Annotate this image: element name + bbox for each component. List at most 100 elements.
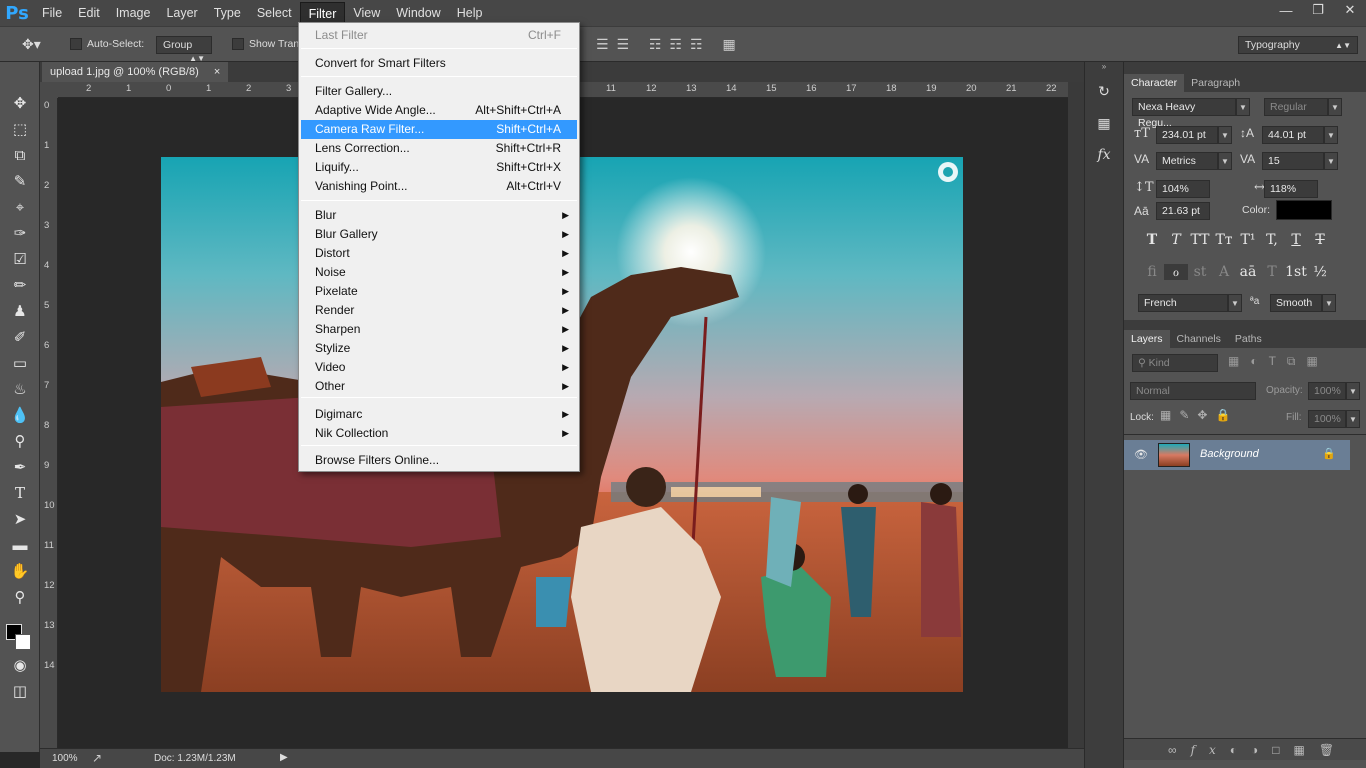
workspace-select[interactable]: Typography ▲▼ [1238, 36, 1358, 54]
type-tool-icon[interactable]: T [0, 480, 40, 506]
swatches-panel-icon[interactable]: ▦ [1090, 110, 1118, 136]
close-tab-icon[interactable]: × [214, 66, 220, 78]
antialias-dropdown[interactable]: ▼ [1322, 294, 1336, 312]
subscript-button[interactable]: T, [1260, 232, 1284, 248]
strikethrough-button[interactable]: T [1308, 232, 1332, 248]
menu-nik-collection[interactable]: Nik Collection ▶ [301, 424, 577, 443]
menu-filter-gallery[interactable]: Filter Gallery... [301, 82, 577, 101]
antialias-field[interactable]: Smooth [1270, 294, 1322, 312]
kerning-dropdown[interactable]: ▼ [1218, 152, 1232, 170]
blend-mode-select[interactable]: Normal [1130, 382, 1256, 400]
restore-icon[interactable]: ❐ [1302, 0, 1334, 20]
eraser-tool-icon[interactable]: ▭ [0, 350, 40, 376]
lasso-tool-icon[interactable]: ⧉ [0, 142, 40, 168]
kerning-field[interactable]: Metrics [1156, 152, 1218, 170]
paint-bucket-icon[interactable]: ♨ [0, 376, 40, 402]
fill-field[interactable]: 100% [1308, 410, 1346, 428]
opacity-field[interactable]: 100% [1308, 382, 1346, 400]
menu-adaptive-wide-angle[interactable]: Adaptive Wide Angle... Alt+Shift+Ctrl+A [301, 101, 577, 120]
font-size-dropdown[interactable]: ▼ [1218, 126, 1232, 144]
superscript-button[interactable]: T¹ [1236, 232, 1260, 248]
history-panel-icon[interactable]: ↻ [1090, 78, 1118, 104]
layer-kind-filter[interactable]: ⚲ Kind [1132, 354, 1218, 372]
tab-character[interactable]: Character [1124, 74, 1185, 92]
underline-button[interactable]: T [1284, 232, 1308, 248]
hand-tool-icon[interactable]: ✋ [0, 558, 40, 584]
discretionary-ligatures-button[interactable]: ℴ [1164, 264, 1188, 280]
menu-layer[interactable]: Layer [158, 2, 205, 24]
pen-tool-icon[interactable]: ✒ [0, 454, 40, 480]
font-style-field[interactable]: Regular [1264, 98, 1328, 116]
language-field[interactable]: French [1138, 294, 1228, 312]
menu-image[interactable]: Image [108, 2, 159, 24]
visibility-eye-icon[interactable]: 👁 [1134, 448, 1148, 461]
menu-vanishing-point[interactable]: Vanishing Point... Alt+Ctrl+V [301, 177, 577, 196]
move-tool-icon[interactable]: ✥▾ [22, 36, 41, 53]
baseline-shift-field[interactable]: 21.63 pt [1156, 202, 1210, 220]
menu-render[interactable]: Render ▶ [301, 301, 577, 320]
oldstyle-button[interactable]: T [1260, 264, 1284, 280]
background-color-swatch[interactable] [15, 634, 31, 650]
tab-layers[interactable]: Layers [1124, 330, 1170, 348]
faux-bold-button[interactable]: T [1140, 232, 1164, 248]
menu-last-filter[interactable]: Last Filter Ctrl+F [301, 26, 577, 45]
menu-filter[interactable]: Filter [299, 2, 346, 24]
leading-field[interactable]: 44.01 pt [1262, 126, 1324, 144]
tracking-dropdown[interactable]: ▼ [1324, 152, 1338, 170]
menu-video[interactable]: Video ▶ [301, 358, 577, 377]
status-menu-arrow-icon[interactable]: ▶ [280, 752, 288, 763]
auto-select-checkbox[interactable] [70, 38, 82, 50]
menu-lens-correction[interactable]: Lens Correction... Shift+Ctrl+R [301, 139, 577, 158]
menu-distort[interactable]: Distort ▶ [301, 244, 577, 263]
stylistic-alternates-button[interactable]: st [1188, 264, 1212, 280]
menu-noise[interactable]: Noise ▶ [301, 263, 577, 282]
clone-stamp-icon[interactable]: ♟ [0, 298, 40, 324]
menu-file[interactable]: File [34, 2, 70, 24]
language-dropdown[interactable]: ▼ [1228, 294, 1242, 312]
menu-edit[interactable]: Edit [70, 2, 108, 24]
shape-tool-icon[interactable]: ▬ [0, 532, 40, 558]
faux-italic-button[interactable]: T [1164, 232, 1188, 248]
small-caps-button[interactable]: Tт [1212, 232, 1236, 248]
menu-convert-smart-filters[interactable]: Convert for Smart Filters [301, 54, 577, 73]
font-family-field[interactable]: Nexa Heavy Regu... [1132, 98, 1236, 129]
font-size-field[interactable]: 234.01 pt [1156, 126, 1218, 144]
layers-footer-icons[interactable]: ∞fx◐◑□▦🗑 [1124, 738, 1366, 760]
brush-tool-icon[interactable]: ✏ [0, 272, 40, 298]
close-icon[interactable]: ✕ [1334, 0, 1366, 20]
horizontal-scale-field[interactable]: 118% [1264, 180, 1318, 198]
menu-type[interactable]: Type [206, 2, 249, 24]
text-color-swatch[interactable] [1276, 200, 1332, 220]
menu-camera-raw-filter[interactable]: Camera Raw Filter... Shift+Ctrl+A [301, 120, 577, 139]
menu-pixelate[interactable]: Pixelate ▶ [301, 282, 577, 301]
vertical-scale-field[interactable]: 104% [1156, 180, 1210, 198]
eyedropper-tool-icon[interactable]: ✑ [0, 220, 40, 246]
move-tool-icon[interactable]: ✥ [0, 90, 40, 116]
all-caps-button[interactable]: TT [1188, 232, 1212, 248]
titling-alternates-button[interactable]: aā [1236, 264, 1260, 280]
swash-button[interactable]: A [1212, 264, 1236, 280]
menu-help[interactable]: Help [449, 2, 491, 24]
show-transform-checkbox[interactable] [232, 38, 244, 50]
zoom-tool-icon[interactable]: ⚲ [0, 584, 40, 610]
menu-browse-filters-online[interactable]: Browse Filters Online... [301, 451, 577, 470]
crop-tool-icon[interactable]: ⌖ [0, 194, 40, 220]
history-brush-icon[interactable]: ✐ [0, 324, 40, 350]
fill-dropdown[interactable]: ▼ [1346, 410, 1360, 428]
vertical-scrollbar[interactable] [1068, 82, 1084, 748]
menu-view[interactable]: View [345, 2, 388, 24]
menu-blur-gallery[interactable]: Blur Gallery ▶ [301, 225, 577, 244]
font-style-dropdown[interactable]: ▼ [1328, 98, 1342, 116]
color-swatches[interactable] [0, 610, 39, 652]
opacity-dropdown[interactable]: ▼ [1346, 382, 1360, 400]
marquee-tool-icon[interactable]: ⬚ [0, 116, 40, 142]
layer-name[interactable]: Background [1200, 448, 1259, 460]
fractions-button[interactable]: ½ [1308, 264, 1332, 280]
menu-digimarc[interactable]: Digimarc ▶ [301, 405, 577, 424]
healing-brush-icon[interactable]: ☑ [0, 246, 40, 272]
minimize-icon[interactable]: — [1270, 0, 1302, 20]
lock-icons[interactable]: ▦✎✥🔒 [1160, 408, 1238, 422]
layer-filter-icons[interactable]: ▦◐T⧉▦ [1228, 354, 1329, 369]
align-icons[interactable]: ☰☰ ☶☶☶ ▦ [596, 36, 744, 53]
document-tab[interactable]: upload 1.jpg @ 100% (RGB/8) × [42, 62, 229, 82]
